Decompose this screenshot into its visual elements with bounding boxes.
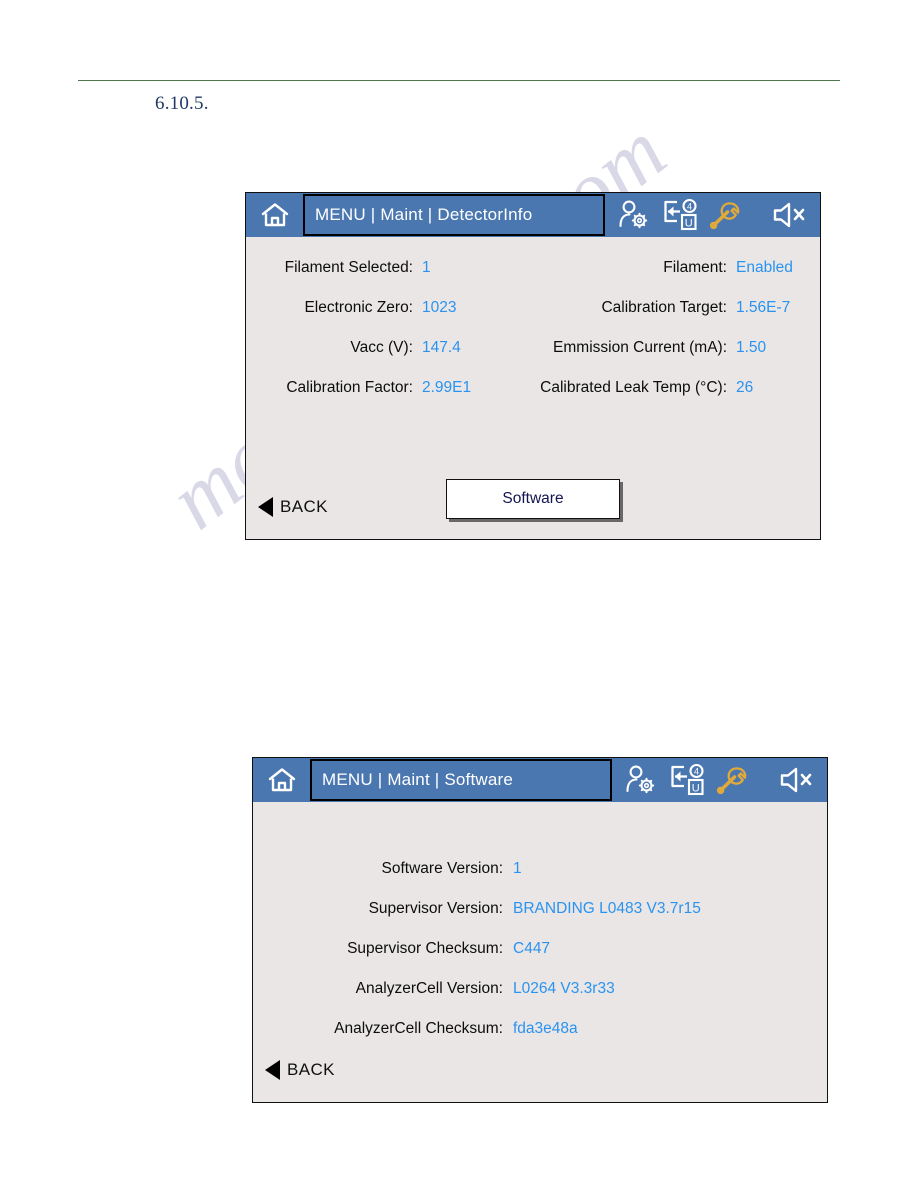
field-value: fda3e48a xyxy=(513,1020,578,1037)
home-button[interactable] xyxy=(254,759,310,801)
field-calibration-target: Calibration Target: 1.56E-7 xyxy=(508,299,808,317)
field-supervisor-checksum: Supervisor Checksum: C447 xyxy=(253,940,827,980)
user-settings-button[interactable] xyxy=(613,194,655,236)
field-label: AnalyzerCell Version: xyxy=(355,980,503,997)
breadcrumb[interactable]: MENU | Maint | Software xyxy=(310,759,612,801)
section-number: 6.10.5. xyxy=(155,93,209,114)
titlebar: MENU | Maint | Software 4 U xyxy=(253,758,827,802)
field-label: Vacc (V): xyxy=(350,339,413,356)
field-label: Filament: xyxy=(663,259,727,276)
software-button-wrap: Software xyxy=(446,479,620,519)
field-value: 1.50 xyxy=(736,339,767,356)
field-label: Supervisor Checksum: xyxy=(347,940,503,957)
exit-user-button[interactable]: 4 U xyxy=(659,194,703,236)
speaker-mute-button[interactable] xyxy=(775,759,819,801)
field-label: AnalyzerCell Checksum: xyxy=(334,1020,503,1037)
titlebar: MENU | Maint | DetectorInfo 4 U xyxy=(246,193,820,237)
wrench-button[interactable] xyxy=(705,194,745,236)
speaker-mute-icon xyxy=(780,767,812,793)
wrench-button[interactable] xyxy=(712,759,752,801)
back-arrow-icon xyxy=(258,497,273,517)
field-electronic-zero: Electronic Zero: 1023 xyxy=(246,299,508,317)
field-value: 147.4 xyxy=(422,339,461,356)
detector-info-field-list: Filament Selected: 1 Filament: Enabled E… xyxy=(246,259,820,419)
page-header-rule xyxy=(78,80,840,81)
user-settings-icon xyxy=(619,200,648,229)
field-label: Software Version: xyxy=(381,860,503,877)
back-label: BACK xyxy=(280,497,328,516)
home-button[interactable] xyxy=(247,194,303,236)
field-supervisor-version: Supervisor Version: BRANDING L0483 V3.7r… xyxy=(253,900,827,940)
field-row: Calibration Factor: 2.99E1 Calibrated Le… xyxy=(246,379,820,419)
field-label: Calibration Target: xyxy=(601,299,727,316)
field-value: BRANDING L0483 V3.7r15 xyxy=(513,900,701,917)
field-vacc: Vacc (V): 147.4 xyxy=(246,339,508,357)
field-row: Electronic Zero: 1023 Calibration Target… xyxy=(246,299,820,339)
software-field-list: Software Version: 1 Supervisor Version: … xyxy=(253,860,827,1060)
user-settings-button[interactable] xyxy=(620,759,662,801)
user-settings-icon xyxy=(626,765,655,794)
field-value: 1 xyxy=(422,259,431,276)
field-value: C447 xyxy=(513,940,551,957)
field-label: Emmission Current (mA): xyxy=(553,339,727,356)
software-button[interactable]: Software xyxy=(446,479,620,519)
field-label: Filament Selected: xyxy=(284,259,413,276)
wrench-icon xyxy=(716,767,747,795)
field-value: Enabled xyxy=(736,259,793,276)
wrench-icon xyxy=(709,202,740,230)
field-label: Calibration Factor: xyxy=(286,379,413,396)
field-filament-selected: Filament Selected: 1 xyxy=(246,259,508,277)
device-screen-software: MENU | Maint | Software 4 U Software Ver… xyxy=(252,757,828,1103)
exit-badge-count: 4 xyxy=(687,201,692,211)
field-label: Supervisor Version: xyxy=(368,900,503,917)
exit-badge-letter: U xyxy=(692,783,700,795)
back-button[interactable]: BACK xyxy=(265,1060,335,1080)
field-value: 1 xyxy=(513,860,522,877)
field-row: Filament Selected: 1 Filament: Enabled xyxy=(246,259,820,299)
speaker-mute-button[interactable] xyxy=(768,194,812,236)
exit-user-button[interactable]: 4 U xyxy=(666,759,710,801)
field-emmission-current: Emmission Current (mA): 1.50 xyxy=(508,339,808,357)
screen-body: Software Version: 1 Supervisor Version: … xyxy=(253,802,827,1102)
exit-badge-count: 4 xyxy=(694,766,699,776)
field-software-version: Software Version: 1 xyxy=(253,860,827,900)
field-analyzercell-version: AnalyzerCell Version: L0264 V3.3r33 xyxy=(253,980,827,1020)
field-filament: Filament: Enabled xyxy=(508,259,808,277)
field-label: Calibrated Leak Temp (°C): xyxy=(540,379,727,396)
device-screen-detector-info: MENU | Maint | DetectorInfo 4 U Filament… xyxy=(245,192,821,540)
back-button[interactable]: BACK xyxy=(258,497,328,517)
field-value: 2.99E1 xyxy=(422,379,472,396)
field-analyzercell-checksum: AnalyzerCell Checksum: fda3e48a xyxy=(253,1020,827,1060)
breadcrumb[interactable]: MENU | Maint | DetectorInfo xyxy=(303,194,605,236)
back-label: BACK xyxy=(287,1060,335,1079)
back-arrow-icon xyxy=(265,1060,280,1080)
breadcrumb-text: MENU | Maint | Software xyxy=(322,770,514,789)
field-value: 1.56E-7 xyxy=(736,299,791,316)
screen-body: Filament Selected: 1 Filament: Enabled E… xyxy=(246,237,820,539)
exit-user-icon: 4 U xyxy=(664,199,697,231)
field-calibrated-leak-temp: Calibrated Leak Temp (°C): 26 xyxy=(508,379,808,397)
field-value: 26 xyxy=(736,379,754,396)
exit-user-icon: 4 U xyxy=(671,764,704,796)
field-value: 1023 xyxy=(422,299,457,316)
titlebar-icon-group: 4 U xyxy=(612,759,823,801)
field-row: Vacc (V): 147.4 Emmission Current (mA): … xyxy=(246,339,820,379)
field-calibration-factor: Calibration Factor: 2.99E1 xyxy=(246,379,508,397)
field-value: L0264 V3.3r33 xyxy=(513,980,615,997)
exit-badge-letter: U xyxy=(685,218,693,230)
speaker-mute-icon xyxy=(773,202,805,228)
breadcrumb-text: MENU | Maint | DetectorInfo xyxy=(315,205,533,224)
home-icon xyxy=(261,203,289,227)
titlebar-icon-group: 4 U xyxy=(605,194,816,236)
home-icon xyxy=(268,768,296,792)
field-label: Electronic Zero: xyxy=(304,299,413,316)
